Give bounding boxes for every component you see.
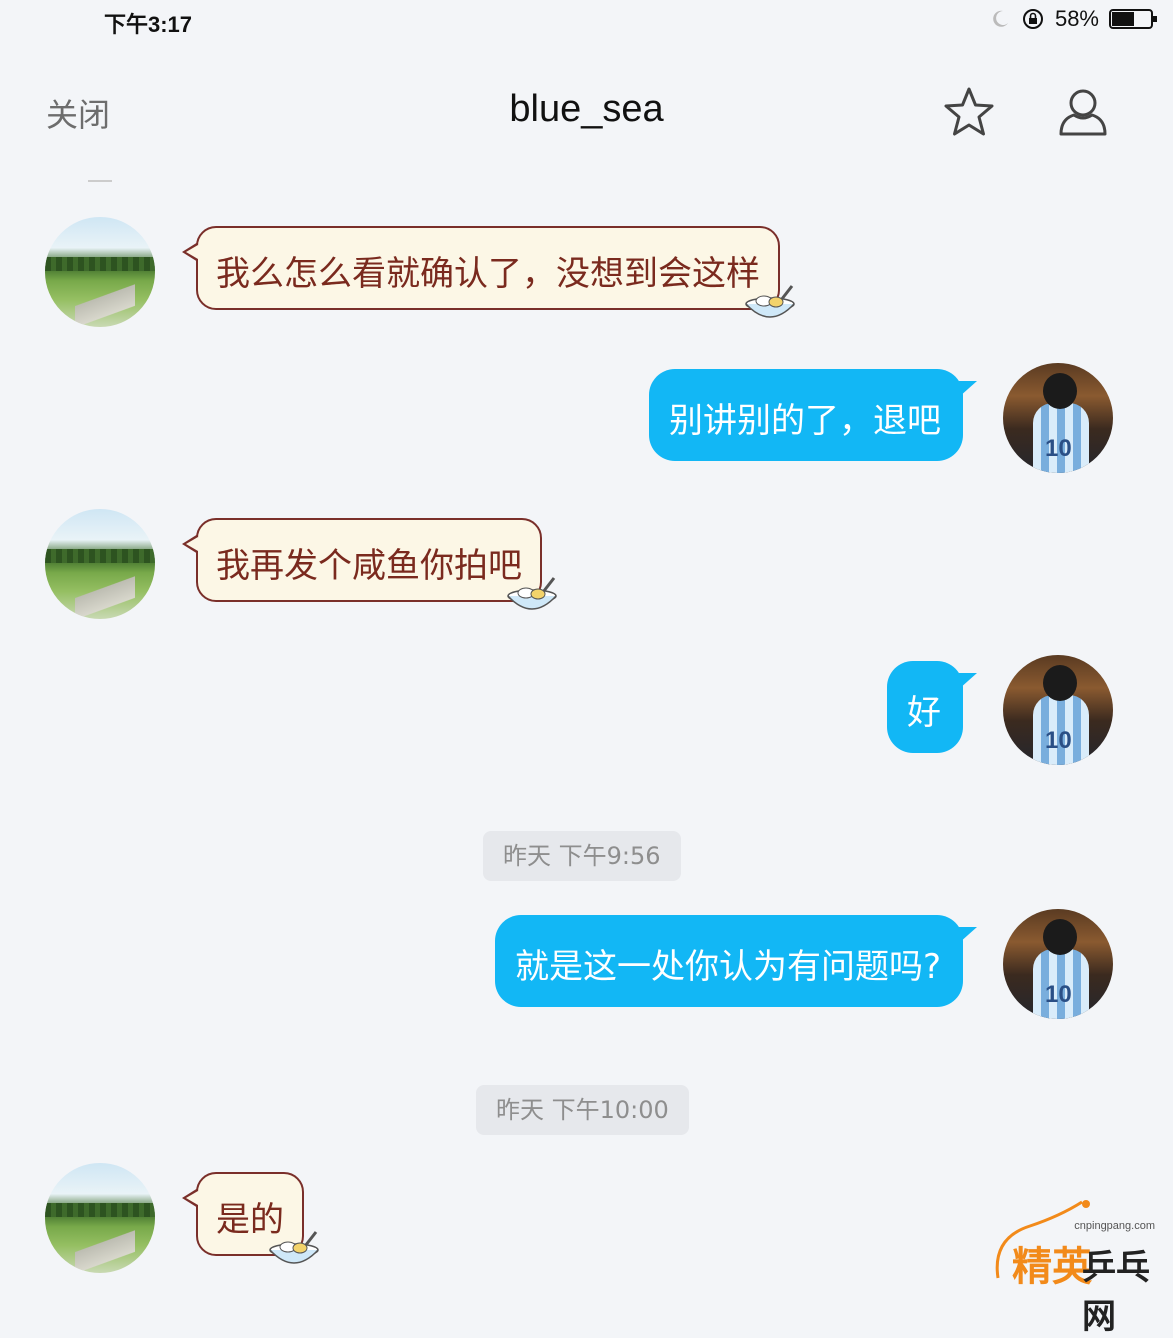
outgoing-message-bubble[interactable]: 好	[887, 661, 977, 753]
rice-bowl-icon	[507, 577, 557, 610]
rotation-lock-icon	[1022, 9, 1043, 29]
watermark-domain: cnpingpang.com	[1074, 1220, 1155, 1232]
outgoing-message-bubble[interactable]: 别讲别的了，退吧	[649, 369, 977, 461]
contact-avatar[interactable]	[45, 217, 155, 327]
status-bar: 下午3:17 58%	[0, 0, 1173, 42]
battery-icon	[1109, 9, 1157, 29]
star-icon[interactable]	[940, 84, 998, 142]
scroll-indicator	[88, 180, 112, 182]
my-avatar[interactable]: 10	[1003, 363, 1113, 473]
message-text: 好	[907, 693, 941, 733]
contact-avatar[interactable]	[45, 509, 155, 619]
timestamp-divider: 昨天 下午10:00	[476, 1085, 689, 1135]
timestamp-divider: 昨天 下午9:56	[483, 831, 681, 881]
person-icon[interactable]	[1054, 84, 1112, 142]
incoming-message-bubble[interactable]: 我么怎么看就确认了，没想到会这样	[182, 226, 795, 318]
site-watermark: cnpingpang.com 精英 乒乓网	[990, 1198, 1165, 1337]
outgoing-message-bubble[interactable]: 就是这一处你认为有问题吗?	[494, 915, 977, 1007]
message-text: 我再发个咸鱼你拍吧	[216, 546, 522, 586]
incoming-message-bubble[interactable]: 是的	[182, 1172, 319, 1264]
incoming-message-bubble[interactable]: 我再发个咸鱼你拍吧	[182, 518, 557, 610]
my-avatar[interactable]: 10	[1003, 655, 1113, 765]
rice-bowl-icon	[745, 285, 795, 318]
message-text: 就是这一处你认为有问题吗?	[514, 947, 941, 987]
watermark-site: 乒乓网	[1082, 1248, 1150, 1337]
message-text: 我么怎么看就确认了，没想到会这样	[216, 254, 760, 294]
rice-bowl-icon	[269, 1231, 319, 1264]
watermark-brand: 精英	[1012, 1244, 1092, 1290]
contact-avatar[interactable]	[45, 1163, 155, 1273]
nav-bar: 关闭 blue_sea	[0, 60, 1173, 160]
my-avatar[interactable]: 10	[1003, 909, 1113, 1019]
message-text: 别讲别的了，退吧	[669, 401, 941, 441]
moon-icon	[993, 10, 1008, 27]
status-right: 58%	[989, 6, 1159, 32]
status-time: 下午3:17	[104, 12, 193, 37]
battery-percent: 58%	[1054, 6, 1099, 31]
